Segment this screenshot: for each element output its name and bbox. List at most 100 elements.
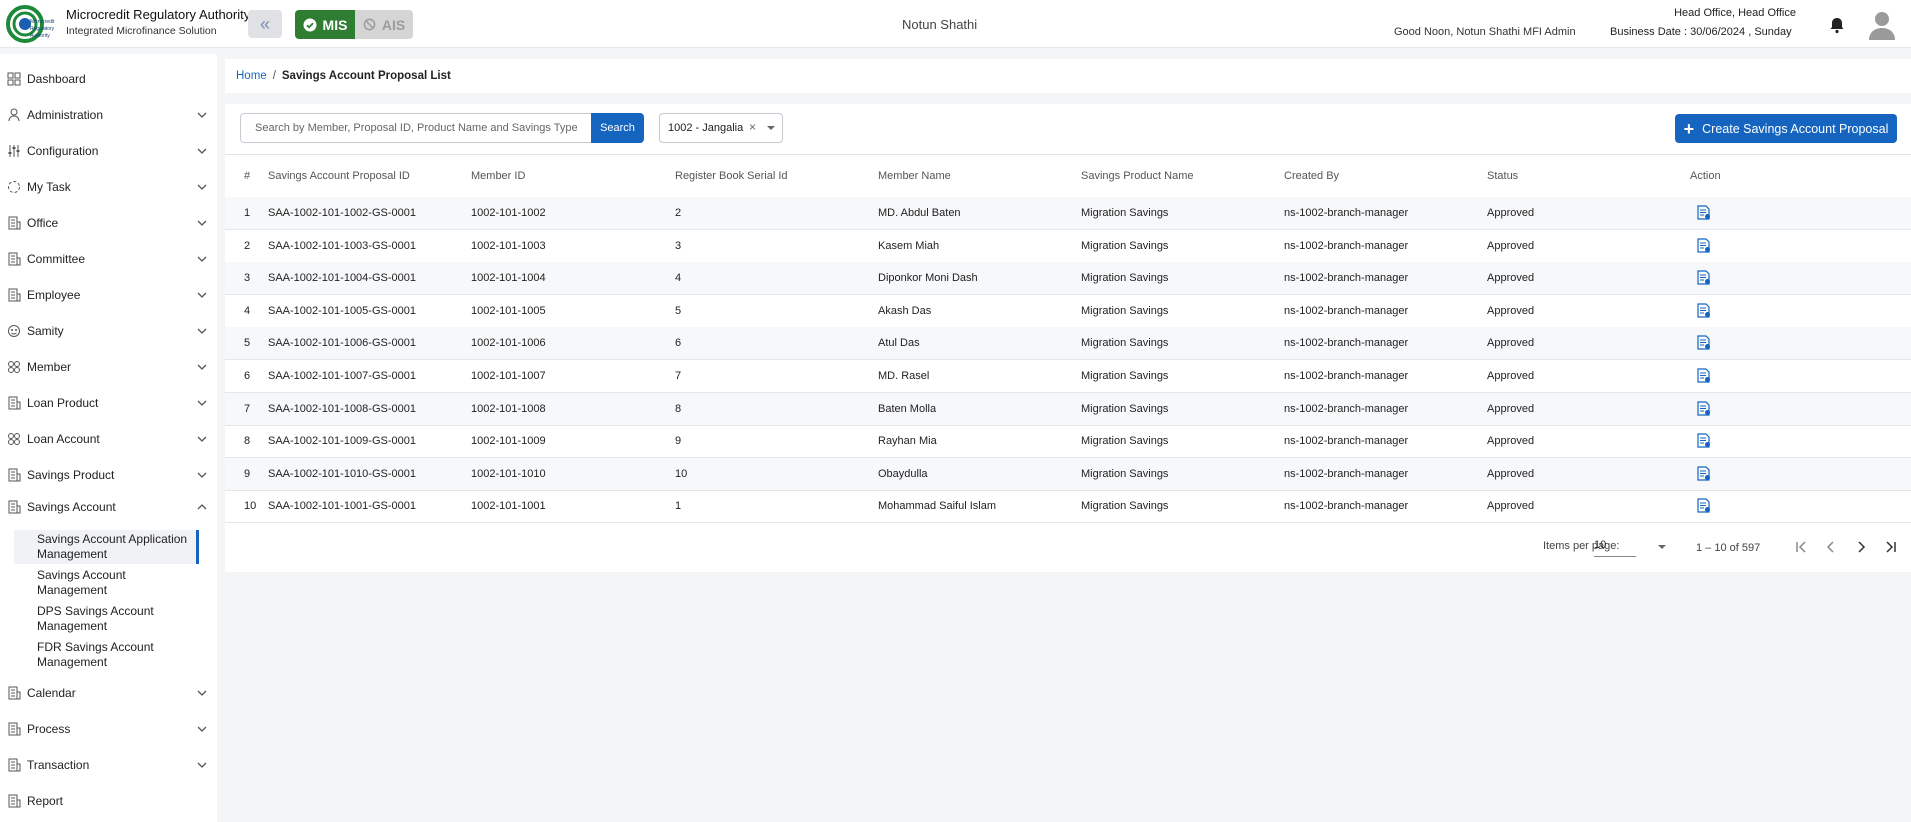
search-input[interactable]	[240, 113, 592, 143]
column-header[interactable]: Member ID	[471, 170, 525, 182]
cell-register-serial-id: 7	[675, 370, 682, 382]
mis-toggle-button[interactable]: MIS	[295, 10, 355, 39]
ais-toggle-button[interactable]: AIS	[355, 10, 413, 39]
cell-status: Approved	[1487, 467, 1535, 480]
view-details-icon[interactable]	[1697, 335, 1711, 350]
cell-product-name: Migration Savings	[1081, 337, 1169, 350]
breadcrumb: Home / Savings Account Proposal List	[225, 59, 1911, 93]
sidebar-item-office[interactable]: Office	[0, 208, 217, 238]
sidebar-item-configuration[interactable]: Configuration	[0, 136, 217, 166]
view-details-icon[interactable]	[1697, 433, 1711, 448]
user-avatar-icon[interactable]	[1868, 10, 1896, 40]
cell-product-name: Migration Savings	[1081, 467, 1169, 480]
column-header[interactable]: Savings Account Proposal ID	[268, 170, 410, 182]
sidebar-item-label: Member	[27, 360, 72, 374]
cell-member-id: 1002-101-1006	[471, 337, 546, 350]
sidebar-item-dashboard[interactable]: Dashboard	[0, 64, 217, 94]
first-page-icon[interactable]	[1792, 538, 1810, 556]
cell-register-serial-id: 3	[675, 239, 682, 252]
mra-logo: Microcredit Regulatory Authority	[6, 5, 55, 43]
cell-product-name: Migration Savings	[1081, 272, 1169, 285]
table-row: 4 SAA-1002-101-1005-GS-0001 1002-101-1005 5…	[225, 295, 1911, 328]
view-details-icon[interactable]	[1697, 205, 1711, 220]
report-icon	[8, 794, 21, 808]
chevron-down-icon	[197, 184, 207, 190]
cell-status: Approved	[1487, 402, 1535, 415]
dropdown-caret-icon[interactable]	[767, 126, 775, 130]
table-row: 7 SAA-1002-101-1008-GS-0001 1002-101-1008 8…	[225, 392, 1911, 426]
sidebar-item-administration[interactable]: Administration	[0, 100, 217, 130]
cell-row-number: 1	[244, 207, 251, 219]
cell-register-serial-id: 10	[675, 467, 688, 480]
sidebar-item-my-task[interactable]: My Task	[0, 172, 217, 202]
table-row: 9 SAA-1002-101-1010-GS-0001 1002-101-1010 1…	[225, 457, 1911, 491]
create-savings-proposal-button[interactable]: + Create Savings Account Proposal	[1675, 114, 1897, 143]
cell-register-serial-id: 5	[675, 304, 682, 317]
create-button-label: Create Savings Account Proposal	[1702, 121, 1889, 136]
sidebar-item-report[interactable]: Report	[0, 786, 217, 816]
cell-member-id: 1002-101-1010	[471, 467, 546, 480]
employee-icon	[8, 288, 21, 302]
sidebar-item-member[interactable]: Member	[0, 352, 217, 382]
last-page-icon[interactable]	[1882, 538, 1900, 556]
cell-product-name: Migration Savings	[1081, 239, 1169, 252]
sidebar-item-process[interactable]: Process	[0, 714, 217, 744]
sidebar-item-loan-account[interactable]: Loan Account	[0, 424, 217, 454]
mis-label: MIS	[322, 16, 348, 33]
cell-register-serial-id: 2	[675, 207, 682, 219]
calendar-icon	[8, 686, 21, 700]
sidebar-subitem-savings-application[interactable]: Savings Account Application Management	[37, 532, 197, 562]
notification-bell-icon[interactable]	[1828, 16, 1846, 34]
cell-member-id: 1002-101-1009	[471, 435, 546, 448]
view-details-icon[interactable]	[1697, 498, 1711, 513]
chevron-down-icon	[197, 762, 207, 768]
search-button[interactable]: Search	[591, 113, 644, 143]
sidebar-item-transaction[interactable]: Transaction	[0, 750, 217, 780]
cell-member-id: 1002-101-1004	[471, 272, 546, 285]
business-date: Business Date : 30/06/2024 , Sunday	[1610, 26, 1792, 38]
column-header[interactable]: Status	[1487, 170, 1518, 182]
sidebar-item-label: Employee	[27, 288, 81, 302]
sidebar-item-savings-account[interactable]: Savings Account	[0, 492, 217, 522]
branch-select[interactable]: 1002 - Jangalia	[659, 113, 783, 143]
view-details-icon[interactable]	[1697, 400, 1711, 416]
cell-row-number: 10	[244, 500, 257, 513]
sidebar-item-savings-product[interactable]: Savings Product	[0, 460, 217, 490]
cell-member-id: 1002-101-1001	[471, 500, 546, 513]
sidebar-item-label: Samity	[27, 324, 64, 338]
cell-created-by: ns-1002-branch-manager	[1284, 370, 1409, 382]
column-header[interactable]: Savings Product Name	[1081, 170, 1194, 182]
previous-page-icon[interactable]	[1822, 538, 1840, 556]
cell-member-name: Baten Molla	[878, 402, 937, 415]
next-page-icon[interactable]	[1852, 538, 1870, 556]
clear-branch-icon[interactable]: ×	[749, 120, 756, 134]
sidebar-item-loan-product[interactable]: Loan Product	[0, 388, 217, 418]
cell-status: Approved	[1487, 370, 1535, 382]
cell-status: Approved	[1487, 207, 1535, 219]
column-header[interactable]: Member Name	[878, 170, 951, 182]
check-circle-icon	[303, 18, 317, 31]
sidebar-subitem-dps-savings[interactable]: DPS Savings Account Management	[37, 604, 197, 634]
page-size-caret-icon[interactable]	[1658, 545, 1666, 549]
view-details-icon[interactable]	[1697, 466, 1711, 481]
page-size-select[interactable]: 10	[1594, 539, 1636, 557]
column-header[interactable]: Created By	[1284, 170, 1339, 182]
collapse-sidebar-button[interactable]: «	[248, 10, 282, 38]
sidebar-item-employee[interactable]: Employee	[0, 280, 217, 310]
double-chevron-left-icon: «	[259, 13, 270, 34]
breadcrumb-home-link[interactable]: Home	[236, 70, 267, 82]
view-details-icon[interactable]	[1697, 237, 1711, 253]
view-details-icon[interactable]	[1697, 270, 1711, 285]
sidebar-item-committee[interactable]: Committee	[0, 244, 217, 274]
page-range: 1 – 10 of 597	[1696, 542, 1761, 554]
sidebar-subitem-fdr-savings[interactable]: FDR Savings Account Management	[37, 640, 197, 670]
cell-created-by: ns-1002-branch-manager	[1284, 337, 1409, 350]
office-icon	[8, 216, 21, 230]
sidebar-subitem-savings-management[interactable]: Savings Account Management	[37, 568, 197, 598]
sidebar-item-samity[interactable]: Samity	[0, 316, 217, 346]
view-details-icon[interactable]	[1697, 303, 1711, 318]
column-header[interactable]: Register Book Serial Id	[675, 170, 788, 182]
sidebar-item-calendar[interactable]: Calendar	[0, 678, 217, 708]
view-details-icon[interactable]	[1697, 368, 1711, 383]
cell-register-serial-id: 9	[675, 435, 682, 448]
